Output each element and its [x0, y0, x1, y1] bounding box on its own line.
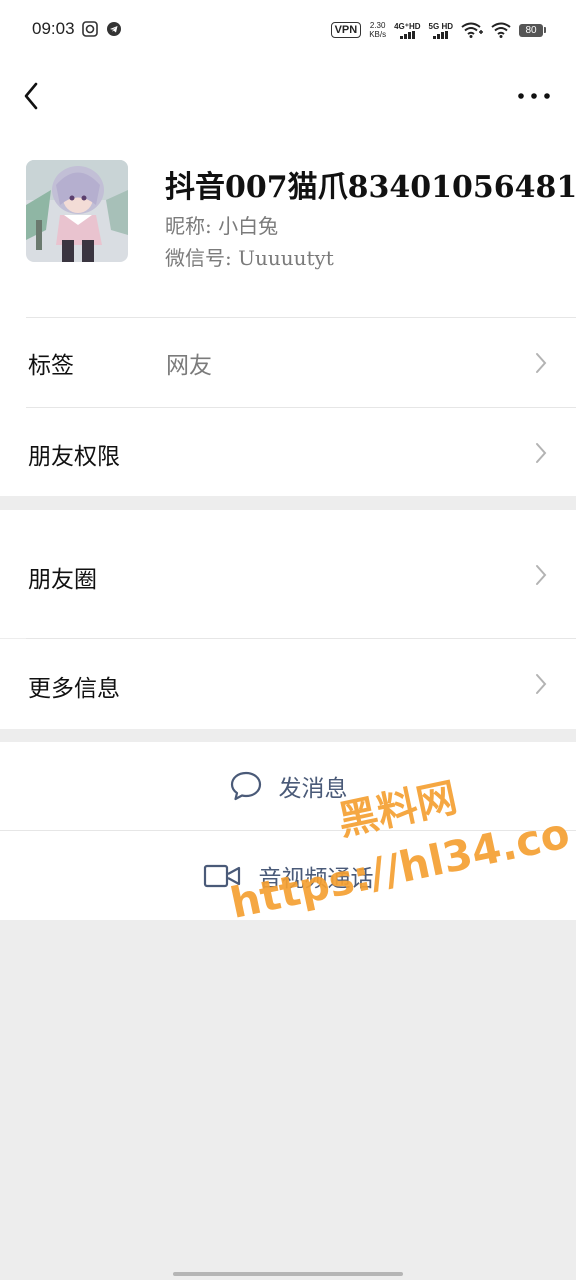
- tags-label: 标签: [28, 353, 74, 379]
- chevron-right-icon: [536, 353, 547, 373]
- battery-level: 80: [519, 23, 543, 37]
- friend-permissions-label: 朋友权限: [28, 444, 120, 470]
- signal-1: 4G⁺HD: [394, 21, 421, 39]
- profile-section: 抖音007猫爪83401056481 昵称: 小白兔 微信号: Uuuuutyt…: [0, 132, 576, 496]
- contact-wechat-id: 微信号: Uuuuutyt: [165, 246, 334, 270]
- signal-bars-icon: [399, 30, 415, 39]
- tags-row[interactable]: 标签 网友: [0, 318, 576, 407]
- app-notification-icon: [82, 21, 98, 37]
- avatar[interactable]: [26, 160, 128, 262]
- contact-name: 抖音007猫爪83401056481: [165, 170, 576, 205]
- battery-icon: 80: [519, 23, 546, 37]
- signal-2-label: 5G HD: [428, 21, 453, 31]
- signal-bars-icon: [433, 30, 449, 39]
- home-indicator[interactable]: [173, 1272, 403, 1276]
- network-speed: 2.30 KB/s: [369, 21, 386, 39]
- more-dots-icon[interactable]: [516, 84, 552, 108]
- tags-value: 网友: [166, 353, 212, 379]
- status-indicators: VPN 2.30 KB/s 4G⁺HD 5G HD 80: [330, 20, 546, 40]
- more-info-row[interactable]: 更多信息: [0, 639, 576, 729]
- moments-row[interactable]: 朋友圈: [0, 510, 576, 638]
- speed-unit: KB/s: [369, 30, 387, 39]
- chevron-right-icon: [536, 443, 547, 463]
- friend-permissions-row[interactable]: 朋友权限: [0, 408, 576, 496]
- wifi-plus-icon: [461, 22, 483, 38]
- status-bar: 09:03 VPN 2.30 KB/s 4G⁺HD 5G HD 80: [0, 0, 576, 60]
- send-message-button[interactable]: 发消息: [0, 742, 576, 830]
- chevron-right-icon: [536, 674, 547, 694]
- chat-bubble-icon: [230, 771, 261, 801]
- back-chevron-icon[interactable]: [18, 78, 48, 114]
- signal-2: 5G HD: [429, 22, 453, 39]
- contact-nickname: 昵称: 小白兔: [165, 214, 279, 238]
- moments-label: 朋友圈: [28, 567, 97, 593]
- top-nav: [0, 60, 576, 132]
- telegram-icon: [107, 22, 121, 36]
- chevron-right-icon: [536, 565, 547, 585]
- more-info-label: 更多信息: [28, 676, 120, 702]
- vpn-badge: VPN: [330, 22, 362, 38]
- signal-1-label: 4G⁺HD: [394, 21, 421, 31]
- speed-value: 2.30: [369, 21, 386, 30]
- status-time: 09:03: [32, 19, 75, 38]
- wifi-icon: [491, 22, 511, 38]
